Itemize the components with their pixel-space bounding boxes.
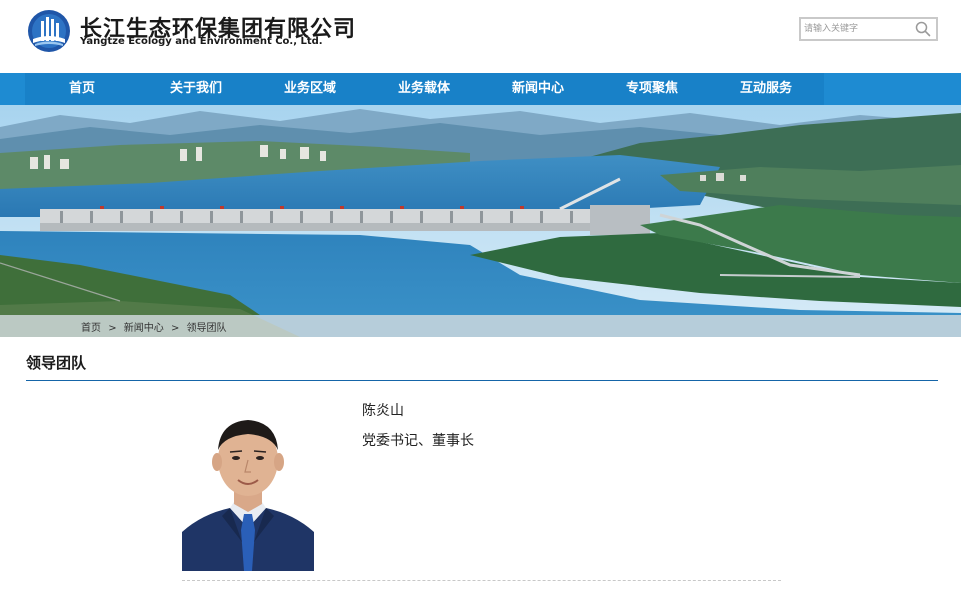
breadcrumb-home[interactable]: 首页 <box>81 323 101 334</box>
nav-item-focus[interactable]: 专项聚焦 <box>595 73 709 105</box>
site-header: 长江生态环保集团有限公司 Yangtze Ecology and Environ… <box>0 0 961 73</box>
brand-name-en: Yangtze Ecology and Environment Co., Ltd… <box>80 36 323 47</box>
search-input[interactable] <box>804 21 912 37</box>
nav-item-platforms[interactable]: 业务载体 <box>367 73 481 105</box>
breadcrumb-bar: 首页 > 新闻中心 > 领导团队 <box>0 315 961 337</box>
breadcrumb-separator: > <box>170 323 180 334</box>
section-divider <box>26 380 938 381</box>
nav-item-about[interactable]: 关于我们 <box>139 73 253 105</box>
banner-image <box>0 105 961 337</box>
breadcrumb: 首页 > 新闻中心 > 领导团队 <box>81 319 231 334</box>
search-icon[interactable] <box>914 20 932 38</box>
main-nav: 首页 关于我们 业务区域 业务载体 新闻中心 专项聚焦 互动服务 <box>0 73 961 105</box>
dam-landscape-illustration <box>0 105 961 337</box>
yangtze-logo-icon[interactable] <box>27 9 71 53</box>
leader-photo <box>182 410 314 571</box>
section-title: 领导团队 <box>26 354 87 372</box>
nav-item-regions[interactable]: 业务区域 <box>253 73 367 105</box>
nav-item-news[interactable]: 新闻中心 <box>481 73 595 105</box>
search-box <box>799 17 938 41</box>
breadcrumb-current: 领导团队 <box>186 323 227 334</box>
breadcrumb-separator: > <box>108 323 117 334</box>
breadcrumb-news[interactable]: 新闻中心 <box>124 323 164 334</box>
leader-name: 陈炎山 <box>362 403 404 419</box>
leader-title: 党委书记、董事长 <box>362 433 474 449</box>
leader-portrait <box>182 410 314 571</box>
nav-item-service[interactable]: 互动服务 <box>709 73 823 105</box>
nav-item-home[interactable]: 首页 <box>25 73 139 105</box>
main-nav-inner: 首页 关于我们 业务区域 业务载体 新闻中心 专项聚焦 互动服务 <box>25 73 824 105</box>
card-divider <box>182 580 781 581</box>
